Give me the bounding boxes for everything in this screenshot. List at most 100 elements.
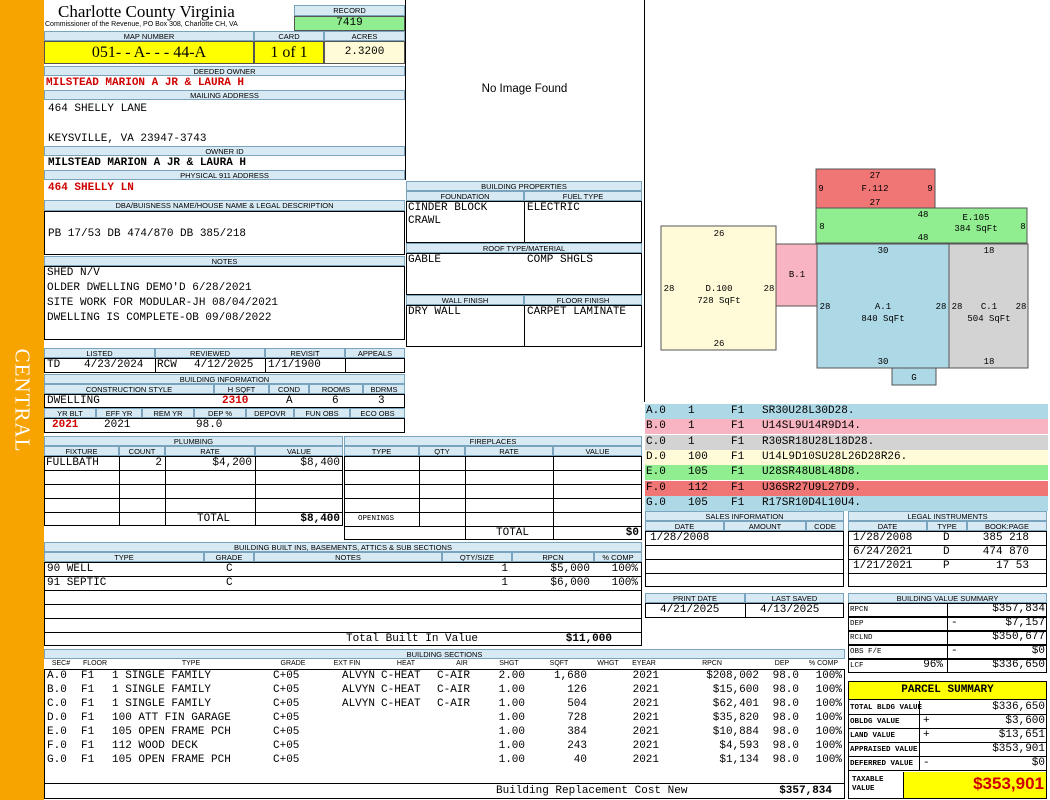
- card-number: 1 of 1: [254, 41, 324, 64]
- section-type: 105 OPEN FRAME PCH: [112, 726, 231, 738]
- instrument-date: 6/24/2021: [853, 546, 913, 558]
- print-date-label: PRINT DATE: [645, 593, 745, 603]
- section-dep: 98.0: [772, 670, 799, 682]
- sketch-label: 9: [818, 184, 823, 194]
- foundation-label: FOUNDATION: [406, 191, 524, 201]
- building-sections-header: RPCN: [702, 660, 722, 667]
- sketch-label: 504 SqFt: [967, 314, 1010, 324]
- section-heat: C-HEAT: [381, 684, 421, 696]
- sketch-label: 8: [819, 222, 824, 232]
- plumbing-count: 2: [155, 457, 162, 469]
- hsqft-label: H SQFT: [214, 384, 269, 394]
- roof-material: COMP SHGLS: [527, 254, 594, 266]
- parcel-summary-label: TOTAL BLDG VALUE: [850, 704, 923, 712]
- construction-style: DWELLING: [47, 395, 100, 407]
- section-rpcn: $15,600: [712, 684, 759, 696]
- fireplace-total: $0: [625, 527, 639, 539]
- building-sections-header: HEAT: [396, 660, 416, 667]
- value-summary-value: $336,650: [992, 659, 1045, 671]
- vector-floor: F1: [731, 435, 745, 448]
- building-sections-label: BUILDING SECTIONS: [44, 649, 845, 659]
- builtin-type: 90 WELL: [47, 563, 94, 575]
- parcel-summary-value: $13,651: [998, 729, 1045, 741]
- map-number-label: MAP NUMBER: [44, 31, 254, 41]
- builtin-type: 91 SEPTIC: [47, 577, 107, 589]
- sketch-label: D.100: [705, 284, 732, 294]
- legal-instruments-label: LEGAL INSTRUMENTS: [848, 511, 1047, 521]
- sketch-label: E.105: [962, 213, 989, 223]
- building-sections-header: % COMP: [808, 660, 839, 667]
- sketch-label: 28: [936, 302, 947, 312]
- plumbing-header: RATE: [165, 446, 255, 456]
- county-title: Charlotte County Virginia: [58, 2, 235, 21]
- fireplace-header: QTY: [419, 446, 465, 456]
- section-comp: 100%: [815, 754, 842, 766]
- vector-code: 1: [688, 420, 695, 433]
- parcel-summary-label: LAND VALUE: [850, 732, 896, 740]
- section-rpcn: $10,884: [712, 726, 759, 738]
- section-floor: F1: [81, 754, 95, 766]
- last-saved-date: 4/13/2025: [760, 604, 820, 616]
- print-date: 4/21/2025: [660, 604, 720, 616]
- acres-value: 2.3200: [324, 41, 405, 64]
- plumbing-rate: $4,200: [212, 457, 252, 469]
- section-shgt: 1.00: [498, 698, 525, 710]
- section-eyear: 2021: [632, 670, 659, 682]
- section-air: C-AIR: [437, 670, 471, 682]
- instrument-book: 474 870: [982, 546, 1029, 558]
- plumbing-total: $8,400: [300, 513, 340, 525]
- value-summary-label: OBS F/E: [850, 648, 882, 656]
- vector-section: F.0: [646, 481, 666, 494]
- value-summary-label: RCLND: [850, 634, 873, 642]
- section-sec: D.0: [47, 712, 67, 724]
- instrument-header: DATE: [848, 521, 927, 531]
- building-sections-header: EYEAR: [632, 660, 656, 667]
- taxable-value: $353,901: [973, 774, 1044, 793]
- vector-floor: F1: [731, 481, 745, 494]
- section-sqft: 126: [567, 684, 587, 696]
- vector-code: 105: [688, 496, 708, 509]
- rooms-label: ROOMS: [309, 384, 363, 394]
- effective-year: 2021: [104, 419, 131, 431]
- instrument-date: 1/28/2008: [853, 532, 913, 544]
- building-sections-header: SEC#: [51, 660, 71, 667]
- vector-floor: F1: [731, 496, 745, 509]
- effyr-label: EFF YR: [96, 408, 142, 418]
- sketch-label: 8: [1020, 222, 1025, 232]
- value-summary-label: RPCN: [850, 606, 869, 614]
- section-grade: C+05: [273, 698, 300, 710]
- vector-floor: F1: [731, 405, 745, 417]
- deeded-owner-label: DEEDED OWNER: [44, 66, 405, 76]
- no-image-text: No Image Found: [481, 83, 568, 95]
- value-summary-sign: 96%: [923, 659, 943, 671]
- plumbing-header: FIXTURE: [44, 446, 119, 456]
- roof-label: ROOF TYPE/MATERIAL: [406, 243, 642, 253]
- section-sqft: 40: [573, 754, 587, 766]
- wall-finish-label: WALL FINISH: [406, 295, 524, 305]
- section-type: 1 SINGLE FAMILY: [112, 698, 212, 710]
- sketch-label: 30: [878, 357, 889, 367]
- section-grade: C+05: [273, 670, 300, 682]
- acres-label: ACRES: [324, 31, 405, 41]
- vector-floor: F1: [731, 450, 745, 463]
- sketch-label: 28: [664, 284, 675, 294]
- vector-path: SR30U28L30D28.: [762, 405, 855, 417]
- plumbing-value: $8,400: [300, 457, 340, 469]
- sketch-label: 18: [984, 357, 995, 367]
- sketch-label: C.1: [981, 302, 997, 312]
- section-comp: 100%: [815, 670, 842, 682]
- section-grade: C+05: [273, 712, 300, 724]
- building-properties-label: BUILDING PROPERTIES: [406, 181, 642, 191]
- builtin-rpcn: $5,000: [550, 563, 590, 575]
- section-type: 105 OPEN FRAME PCH: [112, 754, 231, 766]
- physical-address: 464 SHELLY LN: [48, 182, 134, 194]
- floor-finish-label: FLOOR FINISH: [524, 295, 642, 305]
- map-number: 051- - A- - - 44-A: [44, 41, 254, 64]
- depovr-label: DEPOVR: [246, 408, 294, 418]
- section-rpcn: $1,134: [719, 754, 759, 766]
- section-sec: A.0: [47, 670, 67, 682]
- section-ext: ALVYN: [341, 698, 375, 710]
- value-summary-label: DEP: [850, 620, 864, 628]
- section-grade: C+05: [273, 740, 300, 752]
- fireplaces-label: FIREPLACES: [344, 436, 642, 446]
